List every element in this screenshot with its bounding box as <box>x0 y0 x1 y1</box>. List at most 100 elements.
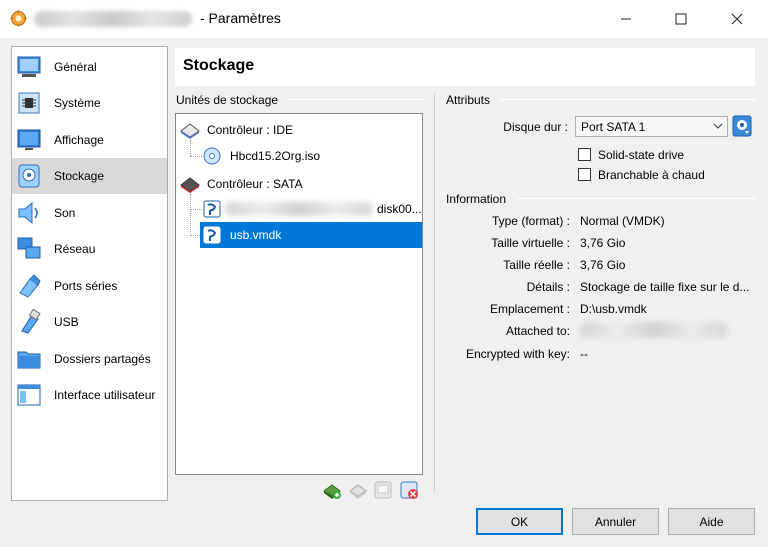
info-label-location: Emplacement : <box>489 302 570 316</box>
tree-connector <box>190 156 202 157</box>
sidebar-item-serial-ports[interactable]: Ports séries <box>12 268 167 304</box>
help-button[interactable]: Aide <box>668 508 755 535</box>
redacted-attached-to <box>580 322 728 338</box>
tree-controller-sata[interactable]: Contrôleur : SATA <box>179 175 409 193</box>
usb-icon <box>21 309 41 334</box>
info-value-location: D:\usb.vmdk <box>580 302 647 316</box>
tree-controller-ide[interactable]: Contrôleur : IDE <box>179 121 409 139</box>
sidebar-item-system[interactable]: Système <box>12 85 167 121</box>
controller-sata-icon <box>180 177 200 193</box>
redacted-disk-name <box>225 202 373 216</box>
sidebar-item-label: Général <box>54 60 97 74</box>
tree-item-label: Contrôleur : IDE <box>207 123 294 137</box>
redacted-vm-name <box>34 11 192 27</box>
page-header: Stockage <box>175 48 755 86</box>
sidebar-item-general[interactable]: Général <box>12 49 167 85</box>
tree-connector <box>190 194 191 236</box>
panel-separator <box>434 93 435 493</box>
remove-attachment-icon[interactable] <box>399 480 419 500</box>
hard-disk-icon <box>203 226 221 244</box>
maximize-button[interactable] <box>658 0 704 38</box>
disk-port-select[interactable]: Port SATA 1 <box>575 116 728 137</box>
sidebar-item-label: Interface utilisateur <box>54 388 156 402</box>
hotplug-checkbox[interactable] <box>578 168 591 181</box>
info-value-virtual-size: 3,76 Gio <box>580 236 626 250</box>
system-chip-icon <box>18 92 40 114</box>
sidebar-item-sound[interactable]: Son <box>12 195 167 231</box>
info-value-type: Normal (VMDK) <box>580 214 665 228</box>
group-divider <box>517 198 756 199</box>
storage-tree[interactable]: Contrôleur : IDE Hbcd15.2Org.iso Contrôl… <box>175 113 423 475</box>
ssd-label: Solid-state drive <box>598 148 685 162</box>
info-label-attached-to: Attached to: <box>505 324 570 338</box>
info-value-details: Stockage de taille fixe sur le d... <box>580 280 750 294</box>
maximize-icon <box>675 13 687 25</box>
sidebar-item-shared-folders[interactable]: Dossiers partagés <box>12 341 167 377</box>
minimize-button[interactable] <box>603 0 649 38</box>
info-label-encrypted: Encrypted with key: <box>465 347 570 361</box>
disk-label: Disque dur : <box>503 120 568 134</box>
ssd-checkbox[interactable] <box>578 148 591 161</box>
group-divider <box>286 99 424 100</box>
sidebar-item-label: Système <box>54 96 101 110</box>
info-label-details: Détails : <box>526 280 570 294</box>
optical-disc-icon <box>203 147 221 165</box>
sidebar-item-label: Dossiers partagés <box>54 352 151 366</box>
sidebar-item-label: Réseau <box>54 242 96 256</box>
tree-connector <box>190 140 191 156</box>
info-value-encrypted: -- <box>580 347 588 361</box>
tree-item-label: Contrôleur : SATA <box>207 177 303 191</box>
sidebar-item-label: Affichage <box>54 133 104 147</box>
tree-item-label: usb.vmdk <box>230 228 282 242</box>
general-icon <box>17 56 41 77</box>
add-attachment-icon[interactable] <box>373 480 393 500</box>
hard-disk-select-icon <box>732 115 752 137</box>
controller-ide-icon <box>180 123 200 139</box>
sidebar-item-network[interactable]: Réseau <box>12 231 167 267</box>
disk-port-value: Port SATA 1 <box>581 120 646 134</box>
cancel-button[interactable]: Annuler <box>572 508 659 535</box>
sidebar-item-usb[interactable]: USB <box>12 304 167 340</box>
tree-device-usb-vmdk[interactable]: usb.vmdk <box>200 222 422 248</box>
sidebar-item-label: Stockage <box>54 169 105 183</box>
tree-item-label: disk00... <box>377 202 422 216</box>
page-title: Stockage <box>183 57 255 74</box>
sidebar-item-label: Son <box>54 206 76 220</box>
info-value-actual-size: 3,76 Gio <box>580 258 626 272</box>
info-label-virtual-size: Taille virtuelle : <box>491 236 570 250</box>
close-button[interactable] <box>714 0 760 38</box>
info-label-type: Type (format) : <box>491 214 570 228</box>
sidebar-item-label: USB <box>54 315 79 329</box>
sidebar-item-storage[interactable]: Stockage <box>12 158 167 194</box>
tree-connector <box>190 209 202 210</box>
add-controller-icon[interactable] <box>322 480 342 500</box>
attributes-title: Attributs <box>446 93 491 107</box>
user-interface-icon <box>17 384 41 406</box>
sidebar-item-label: Ports séries <box>54 279 118 293</box>
shared-folder-icon <box>17 351 41 369</box>
hotplug-label: Branchable à chaud <box>598 168 705 182</box>
hard-disk-icon <box>203 200 221 218</box>
close-icon <box>731 13 743 25</box>
storage-disk-icon <box>18 164 40 188</box>
ok-button[interactable]: OK <box>476 508 563 535</box>
information-title: Information <box>446 192 507 206</box>
remove-controller-icon[interactable] <box>348 480 368 500</box>
sidebar-item-display[interactable]: Affichage <box>12 122 167 158</box>
sidebar-item-user-interface[interactable]: Interface utilisateur <box>12 377 167 413</box>
virtualbox-gear-icon <box>10 10 27 27</box>
network-icon <box>17 237 41 259</box>
choose-disk-button[interactable] <box>732 115 752 137</box>
chevron-down-icon <box>713 123 723 129</box>
title-bar: - Paramètres <box>0 0 768 38</box>
settings-sidebar: Général Système Affichage Stockage Son R… <box>11 46 168 501</box>
tree-device-optical[interactable]: Hbcd15.2Org.iso <box>203 147 403 165</box>
storage-units-title: Unités de stockage <box>176 93 279 107</box>
display-monitor-icon <box>17 129 41 150</box>
tree-device-disk[interactable]: disk00... <box>203 199 422 219</box>
tree-item-label: Hbcd15.2Org.iso <box>230 149 321 163</box>
window-title: - Paramètres <box>200 10 281 26</box>
minimize-icon <box>621 18 631 20</box>
group-divider <box>500 99 756 100</box>
info-label-actual-size: Taille réelle : <box>503 258 570 272</box>
